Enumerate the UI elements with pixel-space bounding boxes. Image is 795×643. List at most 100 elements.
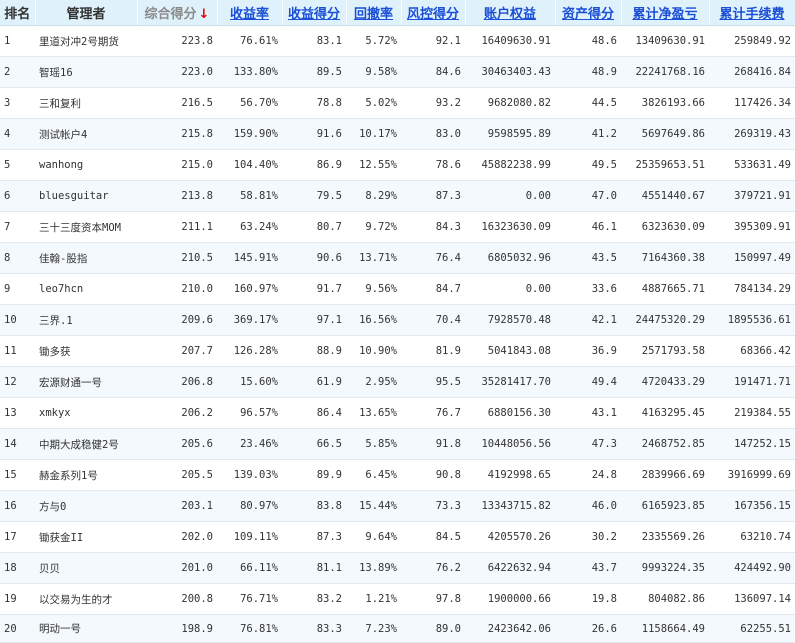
header-return-score[interactable]: 收益得分 xyxy=(282,0,347,26)
cell-cumulative-pnl: 7164360.38 xyxy=(621,242,709,274)
cell-equity: 6880156.30 xyxy=(465,397,555,429)
manager-link[interactable]: 里道对冲2号期货 xyxy=(39,36,119,48)
header-risk-score[interactable]: 风控得分 xyxy=(401,0,466,26)
cell-return-score: 79.5 xyxy=(282,180,346,212)
cell-manager[interactable]: 三十三度资本MOM xyxy=(35,211,137,243)
cell-manager[interactable]: 佳翰-股指 xyxy=(35,242,137,274)
cell-cumulative-fee: 136097.14 xyxy=(709,583,795,615)
cell-rank: 3 xyxy=(0,87,35,119)
cell-return-rate: 76.61% xyxy=(217,25,282,57)
header-asset-score[interactable]: 资产得分 xyxy=(555,0,622,26)
manager-link[interactable]: 锄多获 xyxy=(39,346,71,358)
cell-cumulative-fee: 117426.34 xyxy=(709,87,795,119)
cell-return-score: 97.1 xyxy=(282,304,346,336)
cell-manager[interactable]: 里道对冲2号期货 xyxy=(35,25,137,57)
table-row: 13 xmkyx 206.2 96.57% 86.4 13.65% 76.7 6880156.… xyxy=(0,397,795,429)
cell-composite-score: 202.0 xyxy=(137,521,217,553)
cell-manager[interactable]: 方与0 xyxy=(35,490,137,522)
cell-manager[interactable]: 宏源财通一号 xyxy=(35,366,137,398)
cell-return-score: 89.9 xyxy=(282,459,346,491)
manager-link[interactable]: 贝贝 xyxy=(39,563,60,575)
cell-manager[interactable]: 智瑶16 xyxy=(35,56,137,88)
cell-return-score: 78.8 xyxy=(282,87,346,119)
cell-manager[interactable]: leo7hcn xyxy=(35,273,137,305)
cell-cumulative-fee: 268416.84 xyxy=(709,56,795,88)
manager-link[interactable]: 宏源财通一号 xyxy=(39,377,102,389)
manager-link[interactable]: 方与0 xyxy=(39,501,66,513)
header-return-rate[interactable]: 收益率 xyxy=(217,0,283,26)
cell-manager[interactable]: 明动一号 xyxy=(35,614,137,643)
manager-link[interactable]: 三十三度资本MOM xyxy=(39,222,121,234)
cell-cumulative-fee: 379721.91 xyxy=(709,180,795,212)
cell-manager[interactable]: 赫金系列1号 xyxy=(35,459,137,491)
cell-cumulative-pnl: 24475320.29 xyxy=(621,304,709,336)
manager-link[interactable]: wanhong xyxy=(39,159,83,171)
cell-cumulative-fee: 269319.43 xyxy=(709,118,795,150)
header-composite-score[interactable]: 综合得分 ↓ xyxy=(137,0,218,26)
cell-manager[interactable]: 贝贝 xyxy=(35,552,137,584)
cell-rank: 14 xyxy=(0,428,35,460)
cell-manager[interactable]: 中期大成稳健2号 xyxy=(35,428,137,460)
cell-manager[interactable]: 三界.1 xyxy=(35,304,137,336)
cell-cumulative-fee: 63210.74 xyxy=(709,521,795,553)
cell-composite-score: 223.8 xyxy=(137,25,217,57)
manager-link[interactable]: 以交易为生的才 xyxy=(39,594,113,606)
cell-manager[interactable]: wanhong xyxy=(35,149,137,181)
cell-manager[interactable]: 测试帐户4 xyxy=(35,118,137,150)
header-drawdown[interactable]: 回撤率 xyxy=(346,0,402,26)
cell-cumulative-fee: 147252.15 xyxy=(709,428,795,460)
cell-return-rate: 139.03% xyxy=(217,459,282,491)
cell-rank: 16 xyxy=(0,490,35,522)
cell-manager[interactable]: 锄多获 xyxy=(35,335,137,367)
cell-equity: 0.00 xyxy=(465,180,555,212)
cell-cumulative-pnl: 3826193.66 xyxy=(621,87,709,119)
manager-link[interactable]: 锄获金II xyxy=(39,532,83,544)
cell-asset-score: 42.1 xyxy=(555,304,621,336)
manager-link[interactable]: bluesguitar xyxy=(39,190,109,202)
cell-cumulative-pnl: 22241768.16 xyxy=(621,56,709,88)
cell-composite-score: 215.8 xyxy=(137,118,217,150)
manager-link[interactable]: 赫金系列1号 xyxy=(39,470,98,482)
cell-manager[interactable]: 以交易为生的才 xyxy=(35,583,137,615)
cell-cumulative-pnl: 25359653.51 xyxy=(621,149,709,181)
header-manager: 管理者 xyxy=(35,0,138,26)
cell-risk-score: 84.5 xyxy=(401,521,465,553)
cell-composite-score: 210.0 xyxy=(137,273,217,305)
cell-cumulative-pnl: 4720433.29 xyxy=(621,366,709,398)
manager-link[interactable]: 佳翰-股指 xyxy=(39,253,87,265)
manager-link[interactable]: 测试帐户4 xyxy=(39,129,87,141)
header-equity[interactable]: 账户权益 xyxy=(465,0,556,26)
cell-cumulative-fee: 191471.71 xyxy=(709,366,795,398)
cell-manager[interactable]: xmkyx xyxy=(35,397,137,429)
cell-cumulative-pnl: 4551440.67 xyxy=(621,180,709,212)
cell-risk-score: 84.7 xyxy=(401,273,465,305)
cell-cumulative-pnl: 4887665.71 xyxy=(621,273,709,305)
cell-risk-score: 84.3 xyxy=(401,211,465,243)
table-row: 20 明动一号 198.9 76.81% 83.3 7.23% 89.0 2423642.06… xyxy=(0,614,795,643)
cell-manager[interactable]: 锄获金II xyxy=(35,521,137,553)
header-cumulative-fee[interactable]: 累计手续费 xyxy=(709,0,795,26)
table-row: 7 三十三度资本MOM 211.1 63.24% 80.7 9.72% 84.3 163236… xyxy=(0,211,795,243)
manager-link[interactable]: 智瑶16 xyxy=(39,67,73,79)
cell-return-rate: 104.40% xyxy=(217,149,282,181)
cell-risk-score: 76.7 xyxy=(401,397,465,429)
cell-return-score: 89.5 xyxy=(282,56,346,88)
cell-manager[interactable]: bluesguitar xyxy=(35,180,137,212)
manager-link[interactable]: 中期大成稳健2号 xyxy=(39,439,119,451)
cell-cumulative-pnl: 9993224.35 xyxy=(621,552,709,584)
manager-link[interactable]: 明动一号 xyxy=(39,623,81,635)
manager-link[interactable]: 三和复利 xyxy=(39,98,81,110)
table-row: 19 以交易为生的才 200.8 76.71% 83.2 1.21% 97.8 1900000… xyxy=(0,583,795,615)
cell-equity: 6422632.94 xyxy=(465,552,555,584)
cell-manager[interactable]: 三和复利 xyxy=(35,87,137,119)
manager-link[interactable]: leo7hcn xyxy=(39,283,83,295)
manager-link[interactable]: 三界.1 xyxy=(39,315,73,327)
table-row: 17 锄获金II 202.0 109.11% 87.3 9.64% 84.5 4205570.… xyxy=(0,521,795,553)
cell-composite-score: 211.1 xyxy=(137,211,217,243)
header-cumulative-pnl[interactable]: 累计净盈亏 xyxy=(621,0,710,26)
cell-return-score: 83.1 xyxy=(282,25,346,57)
cell-composite-score: 216.5 xyxy=(137,87,217,119)
manager-link[interactable]: xmkyx xyxy=(39,407,71,419)
header-composite-score-label[interactable]: 综合得分 xyxy=(145,7,197,22)
cell-risk-score: 91.8 xyxy=(401,428,465,460)
